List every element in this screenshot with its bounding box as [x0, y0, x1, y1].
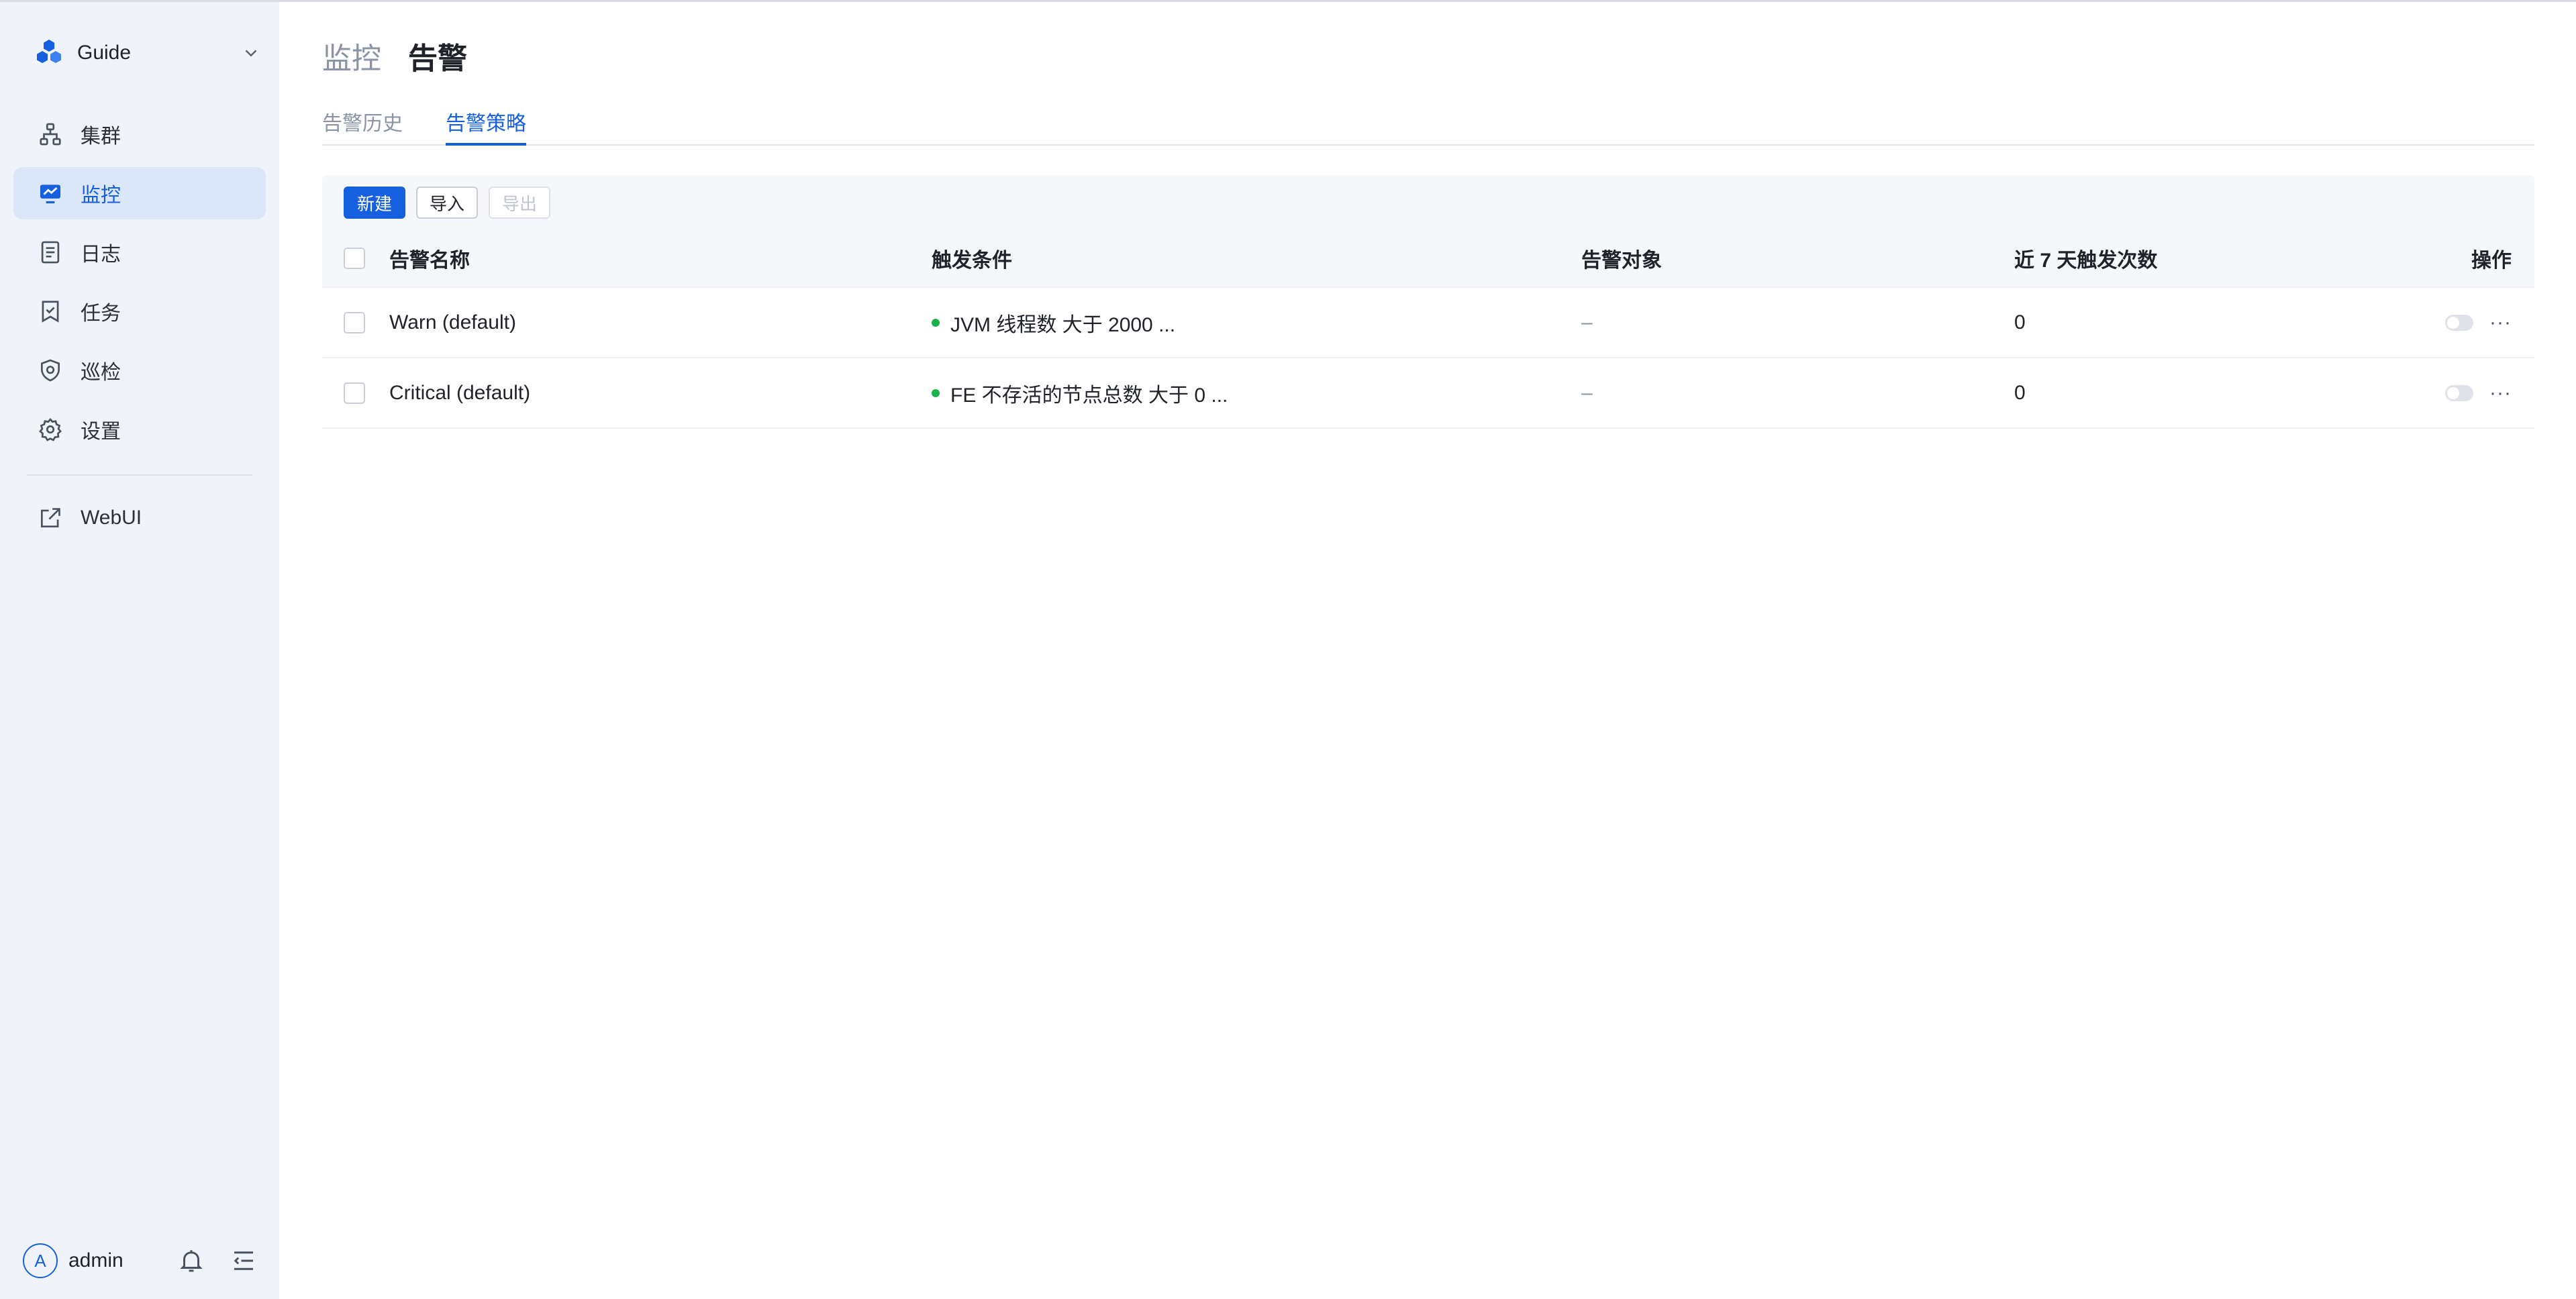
sidebar-item-label: WebUI — [81, 507, 142, 529]
new-button[interactable]: 新建 — [344, 187, 406, 219]
trigger-count: 0 — [2014, 381, 2026, 404]
sidebar-item-label: 监控 — [81, 185, 121, 207]
sidebar-item-monitor[interactable]: 监控 — [13, 167, 266, 219]
sidebar-item-webui[interactable]: WebUI — [13, 492, 266, 544]
sidebar-item-label: 设置 — [81, 421, 121, 443]
trigger-count: 0 — [2014, 311, 2026, 333]
alert-target: – — [1581, 311, 1593, 333]
sidebar-item-cluster[interactable]: 集群 — [13, 108, 266, 160]
sidebar-nav: 集群 监控 日志 任务 巡检 设置 WebUI — [13, 108, 266, 551]
condition-text: JVM 线程数 大于 2000 ... — [950, 313, 1176, 336]
sidebar: Guide 集群 监控 日志 任务 巡检 设置 WebUI A admin — [0, 2, 279, 1299]
sidebar-item-label: 日志 — [81, 244, 121, 266]
row-actions: ··· — [2400, 382, 2534, 405]
inspection-icon — [38, 358, 63, 383]
brand-name: Guide — [77, 42, 132, 64]
main-content: 监控 告警 告警历史 告警策略 新建 导入 导出 告警名称 触发条件 告警对象 … — [279, 2, 2576, 1299]
user-footer: A admin — [23, 1240, 258, 1282]
breadcrumb[interactable]: 监控 — [322, 34, 381, 77]
table-row: Critical (default) FE 不存活的节点总数 大于 0 ... … — [322, 358, 2534, 429]
external-link-icon — [38, 505, 63, 531]
tab-alert-policy[interactable]: 告警策略 — [446, 101, 526, 146]
monitor-icon — [38, 180, 63, 206]
sidebar-item-label: 任务 — [81, 303, 121, 325]
header-count: 近 7 天触发次数 — [2014, 250, 2158, 272]
sidebar-item-label: 集群 — [81, 125, 121, 148]
cluster-switcher[interactable]: Guide — [33, 35, 261, 71]
header-name: 告警名称 — [389, 250, 470, 272]
more-actions-icon[interactable]: ··· — [2489, 382, 2512, 405]
alert-policy-table: 新建 导入 导出 告警名称 触发条件 告警对象 近 7 天触发次数 操作 War… — [322, 175, 2534, 429]
log-icon — [38, 240, 63, 265]
header-actions: 操作 — [2471, 250, 2512, 272]
header-target: 告警对象 — [1581, 250, 1662, 272]
policy-name[interactable]: Critical (default) — [389, 382, 932, 405]
task-icon — [38, 299, 63, 324]
status-dot-icon — [932, 318, 940, 327]
table-row: Warn (default) JVM 线程数 大于 2000 ... – 0 ·… — [322, 288, 2534, 358]
sidebar-divider — [27, 474, 252, 476]
policy-name[interactable]: Warn (default) — [389, 311, 932, 334]
sidebar-item-task[interactable]: 任务 — [13, 285, 266, 337]
header-condition: 触发条件 — [932, 250, 1012, 272]
sidebar-item-log[interactable]: 日志 — [13, 226, 266, 278]
condition-text: FE 不存活的节点总数 大于 0 ... — [950, 384, 1228, 407]
tab-alert-history[interactable]: 告警历史 — [322, 101, 403, 144]
app-window: Guide 集群 监控 日志 任务 巡检 设置 WebUI A admin 监控… — [0, 0, 2576, 1299]
import-button[interactable]: 导入 — [416, 187, 479, 219]
page-header: 监控 告警 — [322, 34, 467, 77]
tab-bar: 告警历史 告警策略 — [322, 101, 2534, 146]
row-actions: ··· — [2400, 311, 2534, 334]
brand-logo-icon — [37, 40, 61, 63]
footer-actions — [177, 1247, 258, 1275]
sidebar-item-settings[interactable]: 设置 — [13, 403, 266, 456]
page-title: 告警 — [408, 42, 467, 75]
more-actions-icon[interactable]: ··· — [2489, 311, 2512, 334]
alert-target: – — [1581, 381, 1593, 404]
sidebar-item-label: 巡检 — [81, 362, 121, 384]
avatar[interactable]: A — [23, 1243, 58, 1278]
bell-icon[interactable] — [177, 1247, 205, 1275]
username[interactable]: admin — [68, 1249, 123, 1272]
status-dot-icon — [932, 388, 940, 397]
trigger-condition: JVM 线程数 大于 2000 ... — [932, 308, 1581, 337]
settings-icon — [38, 417, 63, 442]
trigger-condition: FE 不存活的节点总数 大于 0 ... — [932, 378, 1581, 408]
cluster-icon — [38, 121, 63, 147]
row-checkbox[interactable] — [344, 311, 365, 333]
sidebar-item-inspection[interactable]: 巡检 — [13, 344, 266, 397]
table-header: 告警名称 触发条件 告警对象 近 7 天触发次数 操作 — [322, 230, 2534, 288]
enable-toggle[interactable] — [2445, 314, 2474, 331]
chevron-down-icon[interactable] — [241, 43, 261, 63]
select-all-checkbox[interactable] — [344, 248, 365, 269]
table-toolbar: 新建 导入 导出 — [322, 175, 2534, 230]
row-checkbox[interactable] — [344, 382, 365, 404]
enable-toggle[interactable] — [2445, 384, 2474, 401]
export-button: 导出 — [489, 187, 551, 219]
collapse-menu-icon[interactable] — [230, 1247, 258, 1275]
